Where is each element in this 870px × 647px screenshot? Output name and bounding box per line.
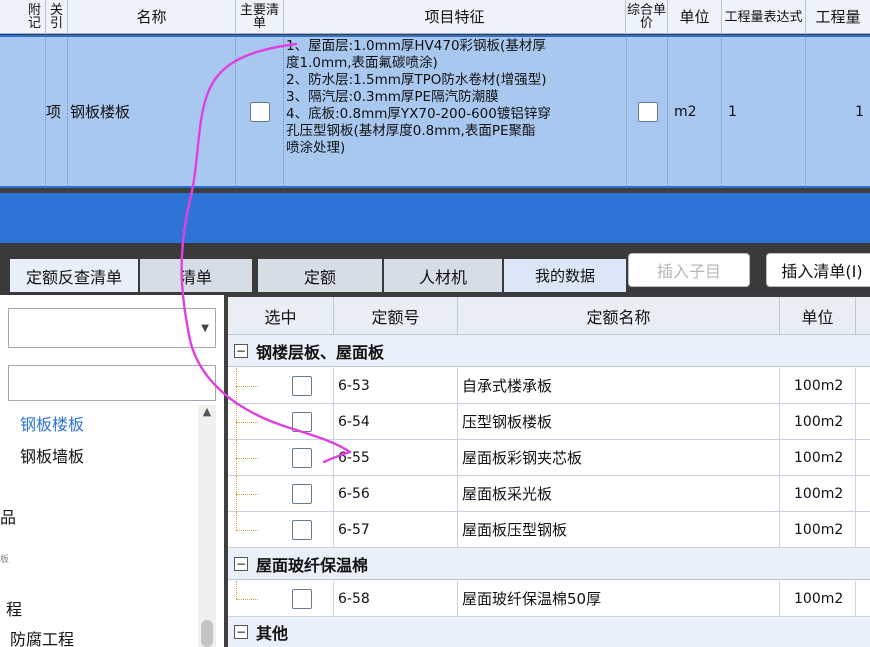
- row-name: 屋面板采光板: [458, 476, 780, 511]
- row-unit: 100m2: [780, 368, 856, 403]
- row-select-cell: [228, 368, 334, 404]
- row-name: 屋面玻纤保温棉50厚: [458, 581, 780, 616]
- collapse-icon[interactable]: −: [234, 625, 248, 639]
- chevron-down-icon: ▼: [201, 323, 209, 334]
- row-select-cell: [228, 440, 334, 476]
- list-table-header: 附记 关引 名称 主要清单 项目特征 综合单价 单位 工程量表达式 工程量: [0, 0, 870, 34]
- row-select-cell: [228, 581, 334, 616]
- scroll-thumb[interactable]: [201, 620, 213, 647]
- row-select-cell: [228, 404, 334, 440]
- row-select-cell: [228, 476, 334, 512]
- feature-line: 喷涂处理): [286, 140, 346, 156]
- insert-list-button[interactable]: 插入清单(I): [766, 253, 870, 287]
- grid-row[interactable]: 6-55 屋面板彩钢夹芯板 100m2: [228, 440, 870, 476]
- row-checkbox[interactable]: [292, 376, 312, 396]
- header-composite: 综合单价: [626, 0, 668, 34]
- row-name[interactable]: 钢板楼板: [68, 35, 236, 188]
- row-name: 屋面板彩钢夹芯板: [458, 440, 780, 475]
- grid-group[interactable]: − 屋面玻纤保温棉: [228, 548, 870, 580]
- tab-labor-material[interactable]: 人材机: [384, 259, 502, 292]
- grid-header-extra: [856, 297, 870, 335]
- tree-item-project[interactable]: 程: [6, 596, 22, 620]
- row-name: 自承式楼承板: [458, 368, 780, 403]
- tree-item-steel-floor[interactable]: 钢板楼板: [20, 411, 84, 435]
- row-unit: 100m2: [780, 440, 856, 475]
- row-checkbox[interactable]: [292, 484, 312, 504]
- group-title: 其他: [256, 624, 289, 643]
- row-code: 6-54: [334, 404, 458, 439]
- feature-line: 2、防水层:1.5mm厚TPO防水卷材(增强型): [286, 72, 547, 88]
- feature-line: 4、底板:0.8mm厚YX70-200-600镀铝锌穿: [286, 106, 551, 122]
- row-qty-expr[interactable]: 1: [722, 35, 806, 188]
- row-feature[interactable]: 1、屋面层:1.0mm厚HV470彩钢板(基材厚 度1.0mm,表面氟碳喷涂) …: [286, 38, 626, 157]
- row-checkbox[interactable]: [292, 520, 312, 540]
- header-col-a: 附记: [24, 0, 46, 34]
- row-checkbox[interactable]: [292, 448, 312, 468]
- tab-quota[interactable]: 定额: [258, 259, 382, 292]
- row-unit: 100m2: [780, 476, 856, 511]
- grid-row[interactable]: 6-58 屋面玻纤保温棉50厚 100m2: [228, 581, 870, 617]
- row-code: 6-56: [334, 476, 458, 511]
- collapse-icon[interactable]: −: [234, 343, 248, 358]
- row-code: 6-55: [334, 440, 458, 475]
- splitter-band: [0, 193, 870, 243]
- scroll-up-arrow-icon[interactable]: ▲: [198, 405, 216, 421]
- feature-line: 1、屋面层:1.0mm厚HV470彩钢板(基材厚: [286, 38, 546, 54]
- feature-line: 度1.0mm,表面氟碳喷涂): [286, 55, 438, 71]
- grid-row[interactable]: 6-54 压型钢板楼板 100m2: [228, 404, 870, 440]
- tree-item-fragment[interactable]: 品: [0, 504, 16, 528]
- tree-item-anticorrosion[interactable]: 防腐工程: [10, 626, 74, 647]
- row-checkbox[interactable]: [292, 412, 312, 432]
- row-select-cell: [228, 512, 334, 547]
- row-type: 项: [46, 35, 68, 188]
- grid-row[interactable]: 6-53 自承式楼承板 100m2: [228, 368, 870, 404]
- row-checkbox[interactable]: [292, 589, 312, 609]
- feature-line: 孔压型钢板(基材厚度0.8mm,表面PE聚酯: [286, 123, 536, 139]
- header-qty-expr: 工程量表达式: [722, 0, 806, 34]
- grid-group[interactable]: − 钢楼层板、屋面板: [228, 335, 870, 367]
- insert-child-button[interactable]: 插入子目: [628, 253, 750, 287]
- row-code: 6-53: [334, 368, 458, 403]
- grid-header-code: 定额号: [334, 297, 458, 335]
- grid-header-select: 选中: [228, 297, 334, 335]
- grid-row[interactable]: 6-56 屋面板采光板 100m2: [228, 476, 870, 512]
- main-list-checkbox[interactable]: [250, 102, 270, 122]
- row-code: 6-58: [334, 581, 458, 616]
- category-search-input[interactable]: [8, 365, 216, 401]
- row-qty[interactable]: 1: [806, 35, 870, 188]
- category-scrollbar[interactable]: [198, 405, 216, 647]
- tree-item-fragment-small: 板: [0, 555, 10, 565]
- header-feature: 项目特征: [284, 0, 626, 34]
- row-unit: 100m2: [780, 581, 856, 616]
- collapse-icon[interactable]: −: [234, 556, 248, 571]
- tab-reverse-lookup[interactable]: 定额反查清单: [10, 259, 138, 292]
- row-unit: 100m2: [780, 404, 856, 439]
- header-main-list: 主要清单: [236, 0, 284, 34]
- feature-line: 3、隔汽层:0.3mm厚PE隔汽防潮膜: [286, 89, 499, 105]
- row-cell-a: [24, 35, 46, 188]
- tree-item-steel-wall[interactable]: 钢板墙板: [20, 443, 84, 467]
- group-title: 钢楼层板、屋面板: [256, 342, 385, 362]
- row-name: 压型钢板楼板: [458, 404, 780, 439]
- tab-list[interactable]: 清单: [140, 259, 252, 292]
- header-qty: 工程量: [815, 7, 861, 26]
- tab-my-data[interactable]: 我的数据: [504, 259, 626, 292]
- row-unit[interactable]: m2: [668, 35, 722, 188]
- grid-group[interactable]: − 其他: [228, 617, 870, 647]
- row-unit: 100m2: [780, 512, 856, 547]
- header-name: 名称: [68, 0, 236, 34]
- row-name: 屋面板压型钢板: [458, 512, 780, 547]
- category-dropdown[interactable]: ▼: [8, 308, 216, 348]
- header-col-b: 关引: [46, 0, 68, 34]
- grid-header-unit: 单位: [780, 297, 856, 335]
- row-code: 6-57: [334, 512, 458, 547]
- grid-row[interactable]: 6-57 屋面板压型钢板 100m2: [228, 512, 870, 548]
- grid-header-name: 定额名称: [458, 297, 780, 335]
- composite-checkbox[interactable]: [638, 102, 658, 122]
- header-unit: 单位: [668, 0, 722, 34]
- group-title: 屋面玻纤保温棉: [256, 555, 369, 575]
